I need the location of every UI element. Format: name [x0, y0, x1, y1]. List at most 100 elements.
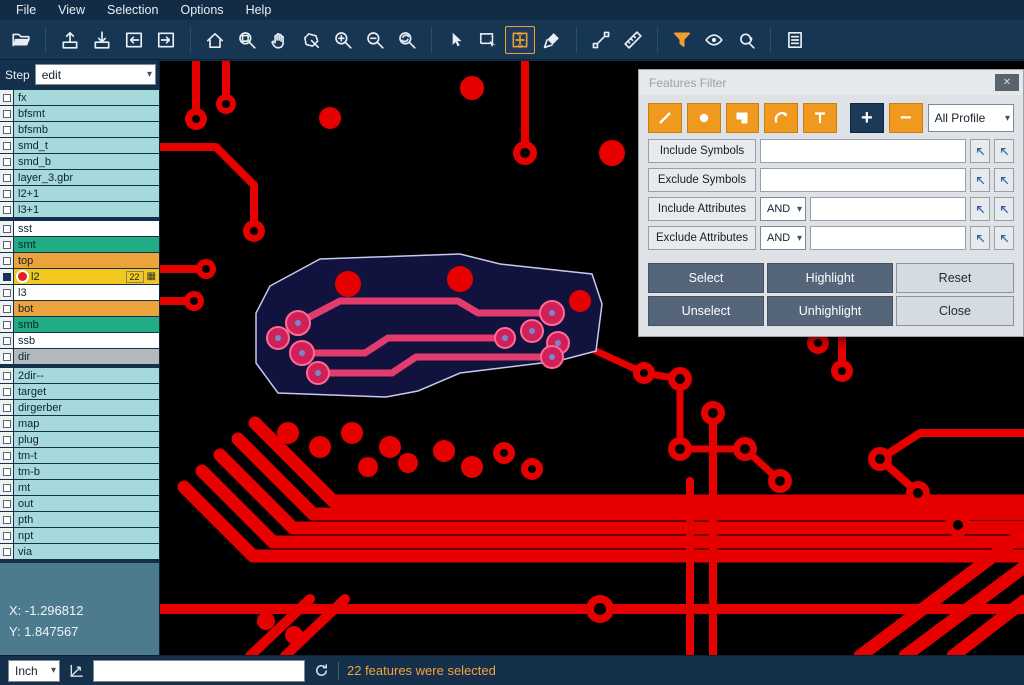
- layer-checkbox-cell[interactable]: [0, 333, 13, 348]
- layer-checkbox[interactable]: [3, 321, 11, 329]
- layer-row-mt[interactable]: mt: [0, 480, 159, 495]
- include-attributes-input[interactable]: [810, 197, 966, 221]
- layer-name-cell[interactable]: smd_b: [14, 154, 159, 169]
- toolbar-layer-visibility-button[interactable]: [699, 26, 729, 54]
- layer-row-npt[interactable]: npt: [0, 528, 159, 543]
- layer-checkbox-cell[interactable]: [0, 90, 13, 105]
- layer-checkbox-cell[interactable]: [0, 384, 13, 399]
- layer-row-l3+1[interactable]: l3+1: [0, 202, 159, 217]
- layer-checkbox-cell[interactable]: [0, 237, 13, 252]
- layer-name-cell[interactable]: target: [14, 384, 159, 399]
- layer-name-cell[interactable]: dir: [14, 349, 159, 364]
- layer-checkbox[interactable]: [3, 436, 11, 444]
- filter-text-button[interactable]: [803, 103, 837, 133]
- layer-checkbox-cell[interactable]: [0, 528, 13, 543]
- include-symbols-picker-button-1[interactable]: [970, 139, 990, 163]
- toolbar-import-left-button[interactable]: [119, 26, 149, 54]
- include-symbols-picker-button-2[interactable]: [994, 139, 1014, 163]
- layer-row-tm-t[interactable]: tm-t: [0, 448, 159, 463]
- layer-checkbox-cell[interactable]: [0, 170, 13, 185]
- include-attributes-picker-button-1[interactable]: [970, 197, 990, 221]
- layer-row-plug[interactable]: plug: [0, 432, 159, 447]
- layer-row-top[interactable]: top: [0, 253, 159, 268]
- layer-name-cell[interactable]: bot: [14, 301, 159, 316]
- layer-checkbox[interactable]: [3, 372, 11, 380]
- layer-checkbox[interactable]: [3, 142, 11, 150]
- layer-row-bfsmt[interactable]: bfsmt: [0, 106, 159, 121]
- include-symbols-label[interactable]: Include Symbols: [648, 139, 756, 163]
- menu-item-view[interactable]: View: [48, 1, 95, 19]
- layer-checkbox[interactable]: [3, 190, 11, 198]
- toolbar-report-list-button[interactable]: [780, 26, 810, 54]
- layer-name-cell[interactable]: via: [14, 544, 159, 559]
- layer-checkbox-cell[interactable]: [0, 349, 13, 364]
- layer-row-fx[interactable]: fx: [0, 90, 159, 105]
- layer-name-cell[interactable]: out: [14, 496, 159, 511]
- toolbar-zoom-window-button[interactable]: [232, 26, 262, 54]
- layer-checkbox-cell[interactable]: [0, 496, 13, 511]
- layer-name-cell[interactable]: plug: [14, 432, 159, 447]
- toolbar-zoom-in-button[interactable]: [328, 26, 358, 54]
- layer-checkbox-cell[interactable]: [0, 432, 13, 447]
- exclude-attributes-picker-button-1[interactable]: [970, 226, 990, 250]
- layer-checkbox[interactable]: [3, 484, 11, 492]
- layer-row-smt[interactable]: smt: [0, 237, 159, 252]
- layer-checkbox[interactable]: [3, 532, 11, 540]
- layer-name-cell[interactable]: top: [14, 253, 159, 268]
- layer-name-cell[interactable]: mt: [14, 480, 159, 495]
- layer-checkbox-cell[interactable]: [0, 221, 13, 236]
- layer-checkbox-cell[interactable]: [0, 448, 13, 463]
- exclude-attributes-picker-button-2[interactable]: [994, 226, 1014, 250]
- layer-name-cell[interactable]: 2dir--: [14, 368, 159, 383]
- layer-checkbox-cell[interactable]: [0, 317, 13, 332]
- layer-checkbox[interactable]: [3, 468, 11, 476]
- layer-name-cell[interactable]: l222▦: [14, 269, 159, 284]
- toolbar-paint-membrane-button[interactable]: [537, 26, 567, 54]
- toolbar-pan-hand-button[interactable]: [264, 26, 294, 54]
- layer-row-bfsmb[interactable]: bfsmb: [0, 122, 159, 137]
- layer-checkbox[interactable]: [3, 110, 11, 118]
- layer-checkbox[interactable]: [3, 305, 11, 313]
- layer-checkbox-cell[interactable]: [0, 122, 13, 137]
- layer-name-cell[interactable]: layer_3.gbr: [14, 170, 159, 185]
- layer-checkbox-cell[interactable]: [0, 400, 13, 415]
- layer-checkbox[interactable]: [3, 225, 11, 233]
- layer-row-bot[interactable]: bot: [0, 301, 159, 316]
- select-button[interactable]: Select: [648, 263, 764, 293]
- menu-item-help[interactable]: Help: [236, 1, 282, 19]
- include-symbols-input[interactable]: [760, 139, 966, 163]
- layer-row-2dir--[interactable]: 2dir--: [0, 368, 159, 383]
- include-attributes-operator-select[interactable]: AND▾: [760, 197, 806, 221]
- layer-row-l3[interactable]: l3: [0, 285, 159, 300]
- layer-checkbox-cell[interactable]: [0, 269, 13, 284]
- layer-checkbox[interactable]: [3, 206, 11, 214]
- menu-item-selection[interactable]: Selection: [97, 1, 168, 19]
- layer-checkbox-cell[interactable]: [0, 464, 13, 479]
- toolbar-find-text-button[interactable]: [731, 26, 761, 54]
- remove-mode-button[interactable]: −: [889, 103, 923, 133]
- layer-name-cell[interactable]: smt: [14, 237, 159, 252]
- toolbar-select-cursor-button[interactable]: [441, 26, 471, 54]
- layer-checkbox-cell[interactable]: [0, 301, 13, 316]
- snap-angle-icon[interactable]: [68, 662, 85, 679]
- layer-name-cell[interactable]: npt: [14, 528, 159, 543]
- layer-checkbox[interactable]: [3, 353, 11, 361]
- layer-row-pth[interactable]: pth: [0, 512, 159, 527]
- layer-row-smb[interactable]: smb: [0, 317, 159, 332]
- toolbar-export-up-button[interactable]: [55, 26, 85, 54]
- layer-name-cell[interactable]: pth: [14, 512, 159, 527]
- layer-row-map[interactable]: map: [0, 416, 159, 431]
- layer-row-via[interactable]: via: [0, 544, 159, 559]
- refresh-icon[interactable]: [313, 662, 330, 679]
- layer-name-cell[interactable]: ssb: [14, 333, 159, 348]
- layer-checkbox[interactable]: [3, 404, 11, 412]
- layer-row-target[interactable]: target: [0, 384, 159, 399]
- filter-surface-button[interactable]: [726, 103, 760, 133]
- include-attributes-picker-button-2[interactable]: [994, 197, 1014, 221]
- toolbar-export-right-button[interactable]: [151, 26, 181, 54]
- filter-line-button[interactable]: [648, 103, 682, 133]
- layer-checkbox-cell[interactable]: [0, 480, 13, 495]
- layer-name-cell[interactable]: tm-b: [14, 464, 159, 479]
- exclude-symbols-input[interactable]: [760, 168, 966, 192]
- units-select[interactable]: Inch ▾: [8, 660, 60, 682]
